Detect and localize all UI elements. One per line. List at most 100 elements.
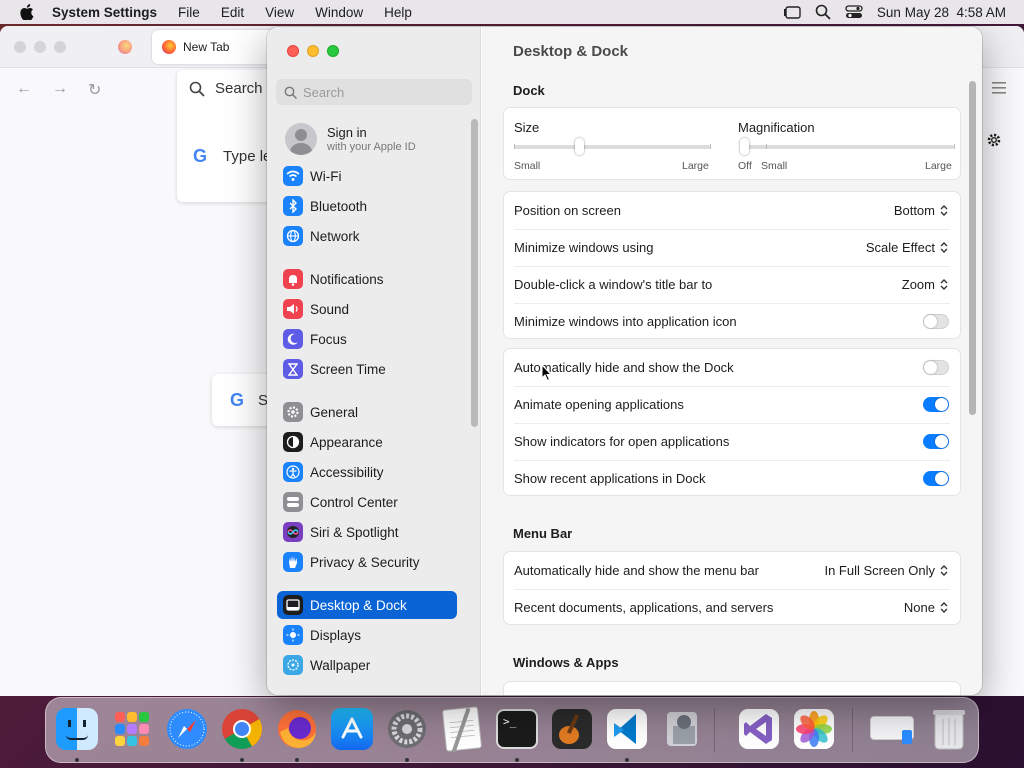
apple-id-signin[interactable]: Sign in with your Apple ID [285,123,416,155]
garageband-icon[interactable] [549,706,595,752]
content-scrollbar[interactable] [969,81,976,415]
sidebar-item-bluetooth[interactable]: Bluetooth [277,192,457,220]
sidebar-item-wallpaper[interactable]: Wallpaper [277,651,457,679]
chrome-icon[interactable] [219,706,265,752]
browser-tab-title: New Tab [183,40,230,54]
chevron-updown-icon [940,204,948,217]
sidebar-item-control-center[interactable]: Control Center [277,488,457,516]
sidebar-item-desktop-dock[interactable]: Desktop & Dock [277,591,457,619]
hamburger-menu-icon[interactable] [992,82,1006,97]
windows-apps-section-title: Windows & Apps [513,655,619,670]
sidebar-item-screen-time[interactable]: Screen Time [277,355,457,383]
sidebar-item-label: Focus [310,331,347,347]
sidebar-item-siri-spotlight[interactable]: Siri & Spotlight [277,518,457,546]
sidebar-item-network[interactable]: Network [277,222,457,250]
trash-icon[interactable] [926,706,972,752]
close-button[interactable] [287,45,299,57]
setting-label: Minimize windows using [514,240,654,255]
spotlight-icon[interactable] [815,4,831,20]
forward-arrow-icon[interactable]: → [52,80,68,98]
automatically-hide-and-show-the-dock-toggle[interactable] [923,360,949,375]
recent-documents-applications-and-servers-popup[interactable]: None [904,600,948,615]
size-slider-track[interactable] [514,145,710,149]
show-indicators-for-open-applications-toggle[interactable] [923,434,949,449]
wallpaper-icon [283,655,303,675]
menu-file[interactable]: File [178,5,200,20]
visual-studio-icon[interactable] [736,706,782,752]
search-icon [284,86,297,99]
control-center-icon[interactable] [845,5,863,19]
sidebar-item-appearance[interactable]: Appearance [277,428,457,456]
double-click-a-window-s-title-bar-to-popup[interactable]: Zoom [902,277,948,292]
sidebar-item-wi-fi[interactable]: Wi-Fi [277,162,457,190]
sidebar-item-focus[interactable]: Focus [277,325,457,353]
minimize-button[interactable] [307,45,319,57]
launchpad-icon[interactable] [109,706,155,752]
show-recent-applications-in-dock-toggle[interactable] [923,471,949,486]
dock-toggles-group: Automatically hide and show the Dock Anim… [503,348,961,496]
vscode-icon[interactable] [604,706,650,752]
setting-row-show-recent-applications-in-dock: Show recent applications in Dock [504,460,960,497]
magnification-slider-knob[interactable] [740,138,749,155]
menu-app-name[interactable]: System Settings [52,5,157,20]
menu-help[interactable]: Help [384,5,412,20]
gear-icon[interactable] [986,132,1002,151]
sidebar-scrollbar[interactable] [471,119,478,427]
terminal-icon[interactable]: >_ [494,706,540,752]
zoom-button[interactable] [327,45,339,57]
menu-datetime[interactable]: Sun May 28 4:58 AM [877,5,1006,20]
browser-close-button[interactable] [14,41,26,53]
menu-window[interactable]: Window [315,5,363,20]
back-arrow-icon[interactable]: ← [16,80,32,98]
firefox-icon [162,40,176,54]
running-indicator [295,758,299,762]
sidebar-search-input[interactable]: Search [276,79,472,105]
sidebar-item-general[interactable]: General [277,398,457,426]
safari-icon[interactable] [164,706,210,752]
browser-type-hint: Type le [223,148,272,165]
dock-separator [852,708,853,752]
setting-label: Position on screen [514,203,621,218]
textedit-icon[interactable] [439,706,485,753]
photos-icon[interactable] [791,706,837,752]
magnification-slider-track[interactable] [740,145,954,149]
sidebar-item-label: Network [310,228,360,244]
running-indicator [515,758,519,762]
sidebar-item-displays[interactable]: Displays [277,621,457,649]
menu-view[interactable]: View [265,5,294,20]
dock-section-title: Dock [513,83,545,98]
popup-value: Bottom [893,203,935,218]
downloads-stack-icon[interactable] [868,706,914,752]
reload-icon[interactable]: ↻ [88,80,101,100]
pinned-tab-firefox-icon[interactable] [118,40,132,54]
moon-icon [283,329,303,349]
automatically-hide-and-show-the-menu-bar-popup[interactable]: In Full Screen Only [824,563,948,578]
minimize-windows-into-application-icon-toggle[interactable] [923,314,949,329]
sidebar-item-label: Privacy & Security [310,554,420,570]
signin-subtitle: with your Apple ID [327,141,416,153]
sidebar-item-notifications[interactable]: Notifications [277,265,457,293]
system-settings-icon[interactable] [384,706,430,752]
animate-opening-applications-toggle[interactable] [923,397,949,412]
size-slider-knob[interactable] [574,138,584,155]
sidebar-item-privacy-security[interactable]: Privacy & Security [277,548,457,576]
appearance-icon [283,432,303,452]
migration-assistant-icon[interactable] [659,706,705,752]
hand-icon [283,552,303,572]
sidebar-item-accessibility[interactable]: Accessibility [277,458,457,486]
finder-icon[interactable] [54,706,100,752]
menu-edit[interactable]: Edit [221,5,244,20]
minimize-windows-using-popup[interactable]: Scale Effect [866,240,948,255]
app-store-icon[interactable] [329,706,375,752]
browser-zoom-button[interactable] [54,41,66,53]
browser-tab[interactable]: New Tab [152,30,282,64]
position-on-screen-popup[interactable]: Bottom [894,203,948,218]
sidebar-item-label: Accessibility [310,464,384,480]
sidebar-item-label: Wallpaper [310,657,371,673]
sun-icon [283,625,303,645]
browser-minimize-button[interactable] [34,41,46,53]
stage-manager-icon[interactable] [783,5,801,19]
sidebar-item-sound[interactable]: Sound [277,295,457,323]
apple-menu-icon[interactable] [18,3,36,21]
firefox-icon[interactable] [274,706,320,752]
